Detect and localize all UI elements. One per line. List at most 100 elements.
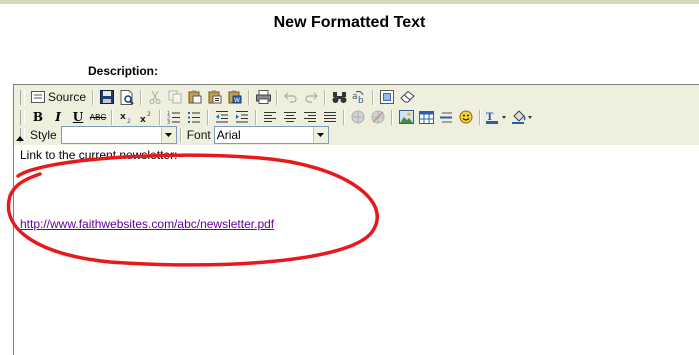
editor-text-line: Link to the current newsletter:: [20, 148, 178, 162]
remove-link-button[interactable]: [368, 108, 388, 126]
newsletter-link[interactable]: http://www.faithwebsites.com/abc/newslet…: [20, 217, 274, 231]
horizontal-rule-button[interactable]: [436, 108, 456, 126]
copy-icon: [168, 90, 182, 104]
align-justify-button[interactable]: [320, 108, 340, 126]
italic-button[interactable]: I: [48, 108, 68, 126]
font-select[interactable]: Arial: [213, 126, 329, 144]
bulleted-list-button[interactable]: [184, 108, 204, 126]
numbered-list-icon: 123: [167, 111, 180, 124]
strikethrough-icon: ABC: [89, 112, 107, 122]
bulleted-list-icon: [188, 112, 200, 123]
toolbar-collapse-icon[interactable]: [16, 136, 24, 141]
subscript-icon: x2: [120, 112, 131, 124]
print-button[interactable]: [253, 88, 273, 106]
toolbar-separator: [248, 89, 251, 105]
superscript-button[interactable]: x2: [136, 108, 156, 126]
replace-button[interactable]: ab: [349, 88, 369, 106]
eraser-icon: [399, 91, 415, 103]
superscript-icon: x2: [140, 111, 151, 124]
underline-icon: U: [72, 110, 84, 124]
redo-button[interactable]: [301, 88, 321, 106]
remove-format-button[interactable]: [397, 88, 417, 106]
underline-button[interactable]: U: [68, 108, 88, 126]
preview-icon: [120, 89, 134, 105]
link-globe-icon: [351, 110, 365, 124]
chevron-down-icon: [160, 127, 176, 143]
indent-button[interactable]: [232, 108, 252, 126]
toolbar-grip[interactable]: [20, 109, 25, 125]
bold-button[interactable]: B: [28, 108, 48, 126]
align-left-button[interactable]: [260, 108, 280, 126]
paste-icon: [188, 90, 202, 104]
select-all-icon: [380, 90, 395, 104]
image-icon: [398, 110, 414, 124]
toolbar-separator: [111, 109, 113, 125]
horizontal-rule-icon: [440, 112, 452, 122]
paste-button[interactable]: [185, 88, 205, 106]
align-right-icon: [304, 111, 316, 122]
text-color-icon: T: [486, 112, 506, 124]
print-icon: [255, 90, 271, 104]
font-label: Font: [186, 128, 211, 142]
svg-text:b: b: [358, 96, 364, 104]
toolbar-separator: [92, 89, 95, 105]
undo-icon: [284, 92, 297, 103]
insert-image-button[interactable]: [396, 108, 416, 126]
svg-text:a: a: [352, 92, 358, 102]
svg-text:2: 2: [127, 118, 131, 124]
align-left-icon: [264, 111, 276, 122]
align-right-button[interactable]: [300, 108, 320, 126]
toolbar-separator: [140, 89, 143, 105]
select-all-button[interactable]: [377, 88, 397, 106]
toolbar-separator: [324, 89, 327, 105]
toolbar-separator: [276, 89, 279, 105]
numbered-list-button[interactable]: 123: [164, 108, 184, 126]
undo-button[interactable]: [281, 88, 301, 106]
subscript-button[interactable]: x2: [116, 108, 136, 126]
copy-button[interactable]: [165, 88, 185, 106]
paste-text-button[interactable]: [205, 88, 225, 106]
toolbar-separator: [207, 109, 209, 125]
svg-text:x: x: [120, 112, 126, 122]
unlink-globe-icon: [371, 110, 385, 124]
source-button[interactable]: Source: [28, 88, 89, 106]
insert-table-button[interactable]: [416, 108, 436, 126]
style-select[interactable]: [60, 126, 177, 144]
outdent-icon: [216, 111, 228, 123]
editor-toolbar: Source W a b B I U ABC x 2 x 2 1 2 3 T S…: [14, 85, 699, 145]
style-select-value: [62, 127, 161, 143]
special-char-button[interactable]: [456, 108, 476, 126]
text-color-button[interactable]: T: [484, 108, 510, 126]
source-icon: [31, 91, 45, 103]
toolbar-separator: [179, 127, 182, 143]
save-button[interactable]: [97, 88, 117, 106]
binoculars-icon: [332, 91, 347, 103]
strikethrough-button[interactable]: ABC: [88, 108, 108, 126]
insert-link-button[interactable]: [348, 108, 368, 126]
toolbar-separator: [479, 109, 481, 125]
cut-button[interactable]: [145, 88, 165, 106]
preview-button[interactable]: [117, 88, 137, 106]
source-button-label: Source: [48, 90, 87, 104]
toolbar-row-3: Style Font Arial: [14, 125, 329, 145]
find-button[interactable]: [329, 88, 349, 106]
toolbar-row-2: B I U ABC x2 x2 123 T: [14, 107, 536, 127]
bold-icon: B: [32, 110, 44, 124]
smiley-icon: [459, 110, 473, 124]
svg-text:3: 3: [167, 120, 170, 124]
outdent-button[interactable]: [212, 108, 232, 126]
bg-color-button[interactable]: [510, 108, 536, 126]
font-select-value: Arial: [216, 128, 241, 142]
cut-icon: [149, 90, 161, 104]
indent-icon: [236, 111, 248, 123]
svg-text:x: x: [140, 115, 146, 124]
paste-word-button[interactable]: W: [225, 88, 245, 106]
toolbar-separator: [391, 109, 393, 125]
toolbar-separator: [343, 109, 345, 125]
paint-bucket-icon: [512, 110, 532, 124]
align-center-button[interactable]: [280, 108, 300, 126]
top-divider: [0, 0, 699, 4]
italic-icon: I: [55, 110, 61, 124]
toolbar-grip[interactable]: [20, 89, 25, 105]
align-justify-icon: [324, 111, 336, 122]
